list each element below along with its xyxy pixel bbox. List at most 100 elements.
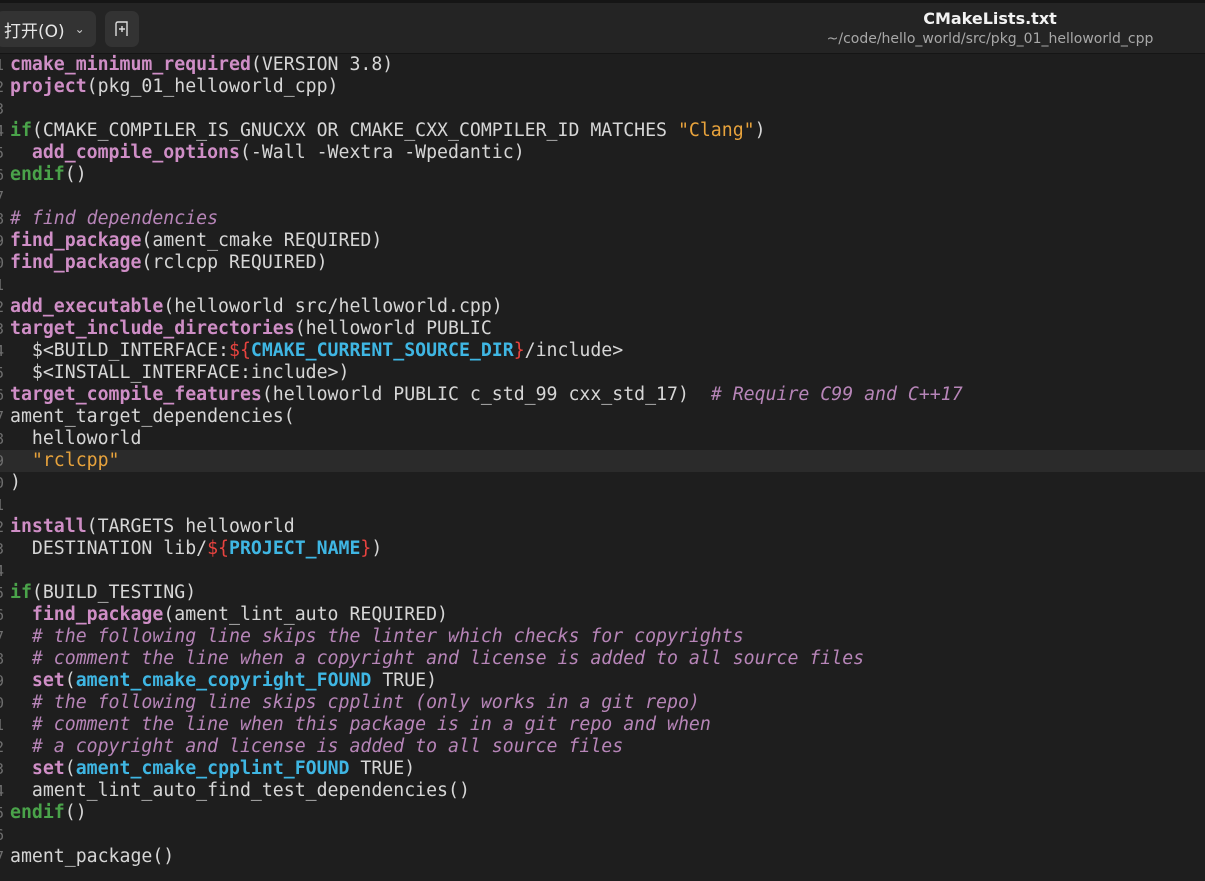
line-number: 2 (0, 76, 4, 98)
open-button[interactable]: 打开(O) ⌄ (0, 11, 96, 47)
code-line[interactable]: 8 # find dependencies (0, 208, 1205, 230)
code-line[interactable]: 16 target_compile_features(helloworld PUB… (0, 384, 1205, 406)
line-number: 6 (0, 164, 4, 186)
keyword-token: endif (10, 802, 65, 823)
function-token: add_compile_options (31, 142, 240, 163)
line-number: 29 (0, 670, 4, 692)
line-code: endif() (10, 164, 87, 186)
code-line[interactable]: 25 if(BUILD_TESTING) (0, 582, 1205, 604)
line-code: set(ament_cmake_cpplint_FOUND TRUE) (10, 758, 415, 780)
code-line[interactable]: 14 $<BUILD_INTERFACE:${CMAKE_CURRENT_SOU… (0, 340, 1205, 362)
code-line[interactable]: 7 (0, 186, 1205, 208)
line-number: 7 (0, 186, 4, 208)
line-number: 22 (0, 516, 4, 538)
text-token: helloworld (10, 428, 142, 449)
code-line[interactable]: 13 target_include_directories(helloworld … (0, 318, 1205, 340)
text-token: ) (10, 472, 21, 493)
line-number: 18 (0, 428, 4, 450)
line-code: # the following line skips the linter wh… (10, 626, 744, 648)
code-line[interactable]: 12 add_executable(helloworld src/hellowor… (0, 296, 1205, 318)
code-line[interactable]: 19 "rclcpp" (0, 450, 1205, 472)
text-token: (ament_lint_auto REQUIRED) (163, 604, 449, 625)
text-token: ament_target_dependencies( (10, 406, 295, 427)
line-number: 35 (0, 802, 4, 824)
code-line[interactable]: 22 install(TARGETS helloworld (0, 516, 1205, 538)
code-line[interactable]: 2 project(pkg_01_helloworld_cpp) (0, 76, 1205, 98)
expansion-token: } (513, 340, 525, 361)
code-line[interactable]: 3 (0, 98, 1205, 120)
text-token: (BUILD_TESTING) (31, 582, 197, 603)
text-token: $<INSTALL_INTERFACE:include>) (10, 362, 350, 383)
text-token: ament_package() (10, 846, 175, 867)
text-token: (helloworld PUBLIC (294, 318, 492, 339)
code-line[interactable]: 11 (0, 274, 1205, 296)
code-line[interactable]: 15 $<INSTALL_INTERFACE:include>) (0, 362, 1205, 384)
code-line[interactable]: 10 find_package(rclcpp REQUIRED) (0, 252, 1205, 274)
line-code: find_package(ament_cmake REQUIRED) (10, 230, 382, 252)
text-token: (TARGETS helloworld (86, 516, 295, 537)
keyword-token: if (10, 582, 32, 603)
code-line[interactable]: 27 # the following line skips the linter… (0, 626, 1205, 648)
text-token: (rclcpp REQUIRED) (141, 252, 328, 273)
new-document-button[interactable] (105, 11, 139, 47)
code-line[interactable]: 9 find_package(ament_cmake REQUIRED) (0, 230, 1205, 252)
function-token: cmake_minimum_required (10, 54, 251, 75)
code-line[interactable]: 26 find_package(ament_lint_auto REQUIRED… (0, 604, 1205, 626)
text-token: $<BUILD_INTERFACE: (10, 340, 229, 361)
code-editor[interactable]: 1 cmake_minimum_required(VERSION 3.8) 2 pro… (0, 54, 1205, 881)
line-code: add_compile_options(-Wall -Wextra -Wpeda… (10, 142, 525, 164)
comment-token: # comment the line when a copyright and … (31, 648, 865, 669)
code-line[interactable]: 36 (0, 824, 1205, 846)
string-token: "rclcpp" (31, 450, 120, 471)
variable-token: ament_cmake_cpplint_FOUND (75, 758, 350, 779)
line-number: 16 (0, 384, 4, 406)
code-line[interactable]: 21 (0, 494, 1205, 516)
line-code: # find dependencies (10, 208, 218, 230)
text-token: ( (64, 670, 76, 691)
line-code: $<BUILD_INTERFACE:${CMAKE_CURRENT_SOURCE… (10, 340, 623, 362)
code-line[interactable]: 24 (0, 560, 1205, 582)
code-line[interactable]: 34 ament_lint_auto_find_test_dependencie… (0, 780, 1205, 802)
text-token: ) (754, 120, 766, 141)
code-line[interactable]: 30 # the following line skips cpplint (o… (0, 692, 1205, 714)
text-token: ( (64, 758, 76, 779)
line-number: 31 (0, 714, 4, 736)
text-token: () (64, 802, 87, 823)
code-line[interactable]: 4 if(CMAKE_COMPILER_IS_GNUCXX OR CMAKE_CX… (0, 120, 1205, 142)
line-code: cmake_minimum_required(VERSION 3.8) (10, 54, 393, 76)
code-line[interactable]: 31 # comment the line when this package … (0, 714, 1205, 736)
line-number: 28 (0, 648, 4, 670)
text-token: (pkg_01_helloworld_cpp) (86, 76, 339, 97)
comment-token: # the following line skips cpplint (only… (31, 692, 700, 713)
code-line[interactable]: 5 add_compile_options(-Wall -Wextra -Wpe… (0, 142, 1205, 164)
code-line[interactable]: 18 helloworld (0, 428, 1205, 450)
line-number: 11 (0, 274, 4, 296)
line-code: if(CMAKE_COMPILER_IS_GNUCXX OR CMAKE_CXX… (10, 120, 766, 142)
text-token: TRUE) (349, 758, 416, 779)
line-number: 37 (0, 846, 4, 868)
line-number: 30 (0, 692, 4, 714)
code-line[interactable]: 37 ament_package() (0, 846, 1205, 868)
code-line[interactable]: 23 DESTINATION lib/${PROJECT_NAME}) (0, 538, 1205, 560)
line-code: $<INSTALL_INTERFACE:include>) (10, 362, 350, 384)
line-number: 14 (0, 340, 4, 362)
line-number: 9 (0, 230, 4, 252)
code-line[interactable]: 29 set(ament_cmake_copyright_FOUND TRUE) (0, 670, 1205, 692)
line-code: DESTINATION lib/${PROJECT_NAME}) (10, 538, 382, 560)
code-line[interactable]: 32 # a copyright and license is added to… (0, 736, 1205, 758)
code-line[interactable]: 20) (0, 472, 1205, 494)
code-line[interactable]: 28 # comment the line when a copyright a… (0, 648, 1205, 670)
code-line[interactable]: 6 endif() (0, 164, 1205, 186)
code-line[interactable]: 35 endif() (0, 802, 1205, 824)
text-token: (CMAKE_COMPILER_IS_GNUCXX OR CMAKE_CXX_C… (31, 120, 678, 141)
line-code: "rclcpp" (10, 450, 120, 472)
code-line[interactable]: 17 ament_target_dependencies( (0, 406, 1205, 428)
line-code: helloworld (10, 428, 142, 450)
text-token: (helloworld PUBLIC c_std_99 cxx_std_17) (261, 384, 711, 405)
code-line[interactable]: 33 set(ament_cmake_cpplint_FOUND TRUE) (0, 758, 1205, 780)
code-line[interactable]: 1 cmake_minimum_required(VERSION 3.8) (0, 54, 1205, 76)
